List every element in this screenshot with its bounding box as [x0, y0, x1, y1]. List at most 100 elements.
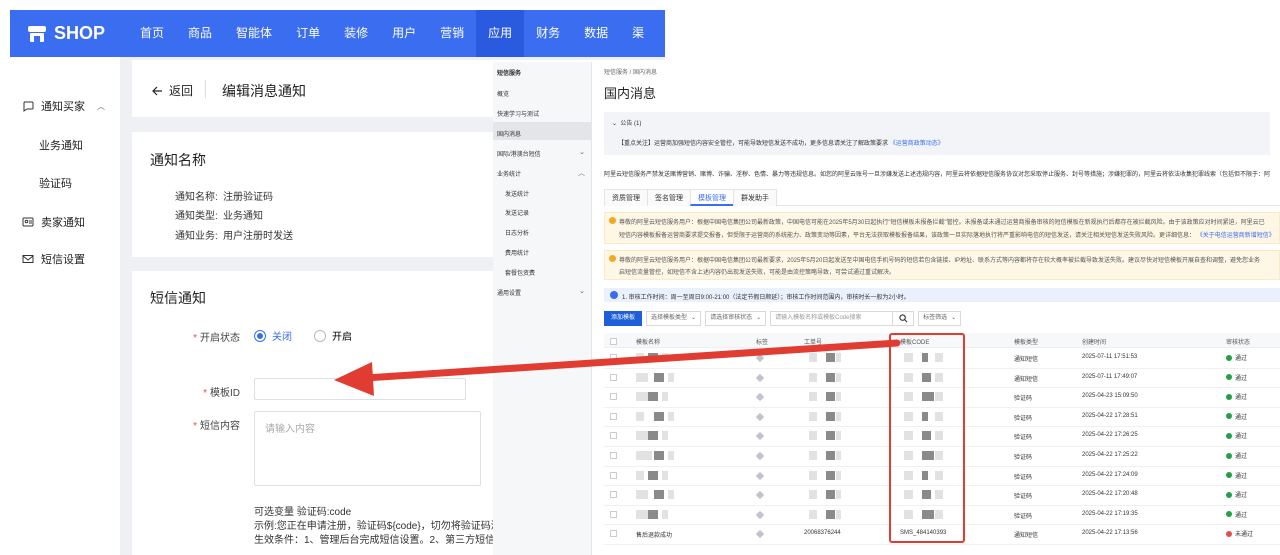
col-order: 工单号 [804, 340, 823, 346]
row-checkbox[interactable] [610, 530, 617, 538]
sidebar-item-send-stats[interactable]: 发送统计 [505, 189, 597, 198]
chevron-down-icon: ⌄ [579, 149, 585, 156]
tab-signature[interactable]: 签名管理 [647, 189, 691, 206]
arrow-left-icon [152, 86, 162, 95]
status-text: 通过 [1235, 414, 1248, 421]
sidebar-item-sms-settings[interactable]: 短信设置 [22, 251, 85, 267]
back-button[interactable]: 返回 [152, 82, 193, 99]
tag-icon[interactable] [755, 490, 765, 500]
tab-bulk-assistant[interactable]: 群发助手 [733, 189, 777, 206]
tab-qualification[interactable]: 资质管理 [604, 189, 648, 206]
tag-icon[interactable] [755, 412, 765, 422]
nav-channel[interactable]: 渠 [620, 10, 656, 57]
redacted-order [836, 392, 841, 402]
sidebar-item-general[interactable]: 通用设置 ⌄ [497, 288, 589, 297]
nav-decorate[interactable]: 装修 [332, 10, 380, 57]
check-circle-icon [1226, 452, 1232, 459]
row-checkbox[interactable] [610, 354, 617, 361]
sidebar-item-package[interactable]: 套餐包资费 [505, 268, 597, 277]
template-type-select[interactable]: 选择模板类型 ⌄ [646, 311, 702, 326]
sidebar-item-seller-notice[interactable]: 卖家通知 [22, 214, 85, 230]
tag-icon[interactable] [755, 392, 765, 402]
sidebar-item-intl[interactable]: 国际/港澳台短信 ⌄ [497, 149, 589, 158]
status-text: 未通过 [1235, 532, 1254, 539]
template-id-input[interactable] [254, 378, 466, 400]
row-checkbox[interactable] [610, 412, 617, 420]
row-checkbox[interactable] [610, 393, 617, 401]
tag-icon[interactable] [755, 451, 765, 461]
redacted-name [668, 411, 674, 421]
template-id-label: * 模板ID [203, 388, 240, 399]
sidebar-item-business-notice[interactable]: 业务通知 [39, 137, 83, 153]
redacted-order [809, 470, 817, 480]
row-checkbox[interactable] [610, 432, 617, 440]
created-time-cell: 2025-04-22 17:13:56 [1082, 530, 1138, 537]
tag-icon[interactable] [755, 373, 765, 382]
status-text: 通过 [1235, 395, 1248, 402]
redacted-order [836, 451, 841, 460]
radio-on[interactable]: 开启 [314, 328, 352, 343]
tag-icon[interactable] [755, 432, 765, 441]
row-checkbox[interactable] [610, 471, 617, 479]
notice-text: 尊敬的阿里云短信服务用户：根据中国电信集团公司最新政策，中国电信可能在2025年… [619, 220, 1265, 226]
template-search-input[interactable]: 请输入模板名称或模板Code搜索 [770, 311, 894, 326]
nav-users[interactable]: 用户 [380, 10, 428, 57]
sidebar-item-stats[interactable]: 业务统计 ︿ [497, 169, 589, 178]
sidebar-item-log-analysis[interactable]: 日志分析 [505, 228, 597, 237]
add-template-button[interactable]: 添加模板 [604, 311, 643, 326]
breadcrumb: 短信服务 / 国内消息 [604, 70, 658, 76]
policy-link[interactable]: 《运营商政策动态》 [890, 141, 944, 147]
nav-finance[interactable]: 财务 [524, 10, 572, 57]
search-button[interactable] [892, 311, 915, 326]
section-heading: 通知名称 [150, 152, 206, 168]
tag-filter-select[interactable]: 标签筛选 ⌄ [918, 311, 962, 326]
nav-apps[interactable]: 应用 [476, 10, 525, 57]
created-time-cell: 2025-04-22 17:25:22 [1082, 452, 1138, 458]
sidebar-item-overview[interactable]: 概览 [497, 89, 589, 98]
audit-status-select[interactable]: 请选择审核状态 ⌄ [705, 311, 767, 326]
tag-icon[interactable] [755, 530, 765, 539]
sidebar-item-domestic[interactable]: 国内消息 [497, 129, 589, 138]
row-checkbox[interactable] [610, 510, 617, 518]
template-type-cell: 验证码 [1014, 474, 1033, 481]
nav-agent[interactable]: 智能体 [224, 10, 284, 57]
tag-icon[interactable] [755, 471, 765, 480]
nav-marketing[interactable]: 营销 [428, 10, 476, 57]
redacted-order [809, 451, 817, 460]
sidebar-item-send-log[interactable]: 发送记录 [505, 208, 597, 217]
example-hint: 示例:您正在申请注册，验证码${code}，切勿将验证码泄露 [254, 521, 511, 532]
sidebar-label: 短信设置 [41, 254, 85, 266]
redacted-name [654, 490, 664, 500]
redacted-name [662, 392, 668, 402]
redacted-order [809, 411, 817, 421]
status-badge: 通过 [1226, 373, 1247, 382]
announcement-header[interactable]: ⌄ 公告 (1) [612, 118, 641, 127]
template-type-cell: 通知短信 [1014, 376, 1039, 383]
sidebar-item-notify-buyer[interactable]: 通知买家 ︿ [22, 98, 105, 114]
redacted-name [654, 372, 664, 382]
status-badge: 未通过 [1226, 529, 1253, 538]
divider [205, 80, 206, 98]
nav-orders[interactable]: 订单 [284, 10, 332, 57]
shop-logo[interactable]: SHOP [27, 23, 105, 44]
tag-icon[interactable] [755, 510, 765, 520]
select-all-checkbox[interactable] [610, 338, 617, 345]
tag-icon[interactable] [755, 353, 765, 363]
row-checkbox[interactable] [610, 373, 617, 381]
sidebar-item-cost-stats[interactable]: 费用统计 [505, 248, 597, 257]
row-checkbox[interactable] [610, 452, 617, 459]
radio-off[interactable]: 关闭 [254, 328, 292, 343]
telecom-link[interactable]: 《关于电信运营商新增短信》 [1197, 233, 1275, 239]
sidebar-item-verify-code[interactable]: 验证码 [39, 175, 72, 191]
nav-goods[interactable]: 商品 [176, 10, 224, 57]
top-navbar: SHOP 首页 商品 智能体 订单 装修 用户 营销 应用 财务 数据 渠 [10, 10, 665, 57]
nav-home[interactable]: 首页 [128, 10, 176, 57]
nav-data[interactable]: 数据 [572, 10, 620, 57]
sms-content-textarea[interactable]: 请输入内容 [254, 411, 481, 486]
sidebar-item-quickstart[interactable]: 快速学习与测试 [497, 109, 589, 118]
tab-template[interactable]: 模板管理 [690, 189, 734, 206]
content-label: * 短信内容 [193, 421, 240, 432]
notice-text-2: 短信内容模板报备运营商要求提交报备，但受限于运营商的系统能力、政策变动等因素，平… [619, 233, 1275, 239]
created-time-cell: 2025-04-22 17:20:48 [1082, 491, 1138, 498]
row-checkbox[interactable] [610, 491, 617, 499]
